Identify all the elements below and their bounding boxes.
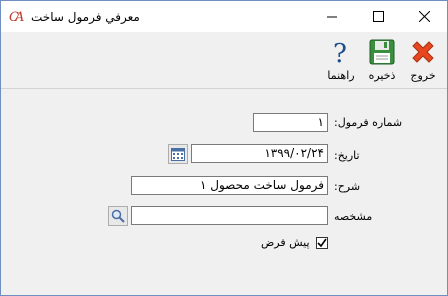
- floppy-disk-icon: [366, 36, 398, 68]
- close-icon: [418, 11, 430, 22]
- toolbar: خروج ذخیره ? راهنما: [1, 32, 447, 89]
- exit-label: خروج: [410, 69, 436, 82]
- window-title: معرفي فرمول ساخت: [31, 10, 140, 24]
- title-bar: C A معرفي فرمول ساخت: [1, 1, 447, 32]
- maximize-button[interactable]: [355, 1, 401, 32]
- help-button[interactable]: ? راهنما: [321, 36, 361, 84]
- svg-text:?: ?: [333, 39, 347, 67]
- minimize-button[interactable]: [309, 1, 355, 32]
- question-mark-icon: ?: [325, 36, 357, 68]
- spec-label: مشخصه: [334, 210, 373, 223]
- formula-number-field[interactable]: ۱: [253, 113, 328, 132]
- date-field[interactable]: ۱۳۹۹/۰۲/۲۴: [191, 144, 328, 163]
- close-window-button[interactable]: [401, 1, 447, 32]
- close-x-icon: [407, 36, 439, 68]
- checkmark-icon: [317, 238, 327, 248]
- exit-button[interactable]: خروج: [403, 36, 443, 84]
- maximize-icon: [372, 11, 384, 22]
- spec-search-button[interactable]: [108, 206, 128, 226]
- description-field[interactable]: فرمول ساخت محصول ۱: [131, 176, 328, 195]
- form-window: C A معرفي فرمول ساخت خروج ذخیره ? راهنما…: [0, 0, 448, 296]
- save-label: ذخیره: [368, 69, 396, 82]
- calendar-button[interactable]: [168, 144, 188, 164]
- app-logo-icon: C A: [9, 10, 24, 23]
- minimize-icon: [327, 16, 337, 17]
- default-label: پیش فرض: [261, 236, 310, 249]
- svg-text:A: A: [14, 10, 24, 23]
- date-label: تاریخ:: [334, 149, 360, 162]
- help-label: راهنما: [327, 69, 355, 82]
- calendar-icon: [171, 148, 185, 161]
- default-checkbox[interactable]: [316, 237, 328, 249]
- magnifier-icon: [111, 209, 125, 223]
- form-body: شماره فرمول: ۱ تاریخ: ۱۳۹۹/۰۲/۲۴ شرح: فر…: [1, 89, 447, 295]
- formula-number-label: شماره فرمول:: [334, 116, 403, 129]
- description-label: شرح:: [334, 180, 361, 193]
- save-button[interactable]: ذخیره: [362, 36, 402, 84]
- spec-field[interactable]: [131, 206, 328, 225]
